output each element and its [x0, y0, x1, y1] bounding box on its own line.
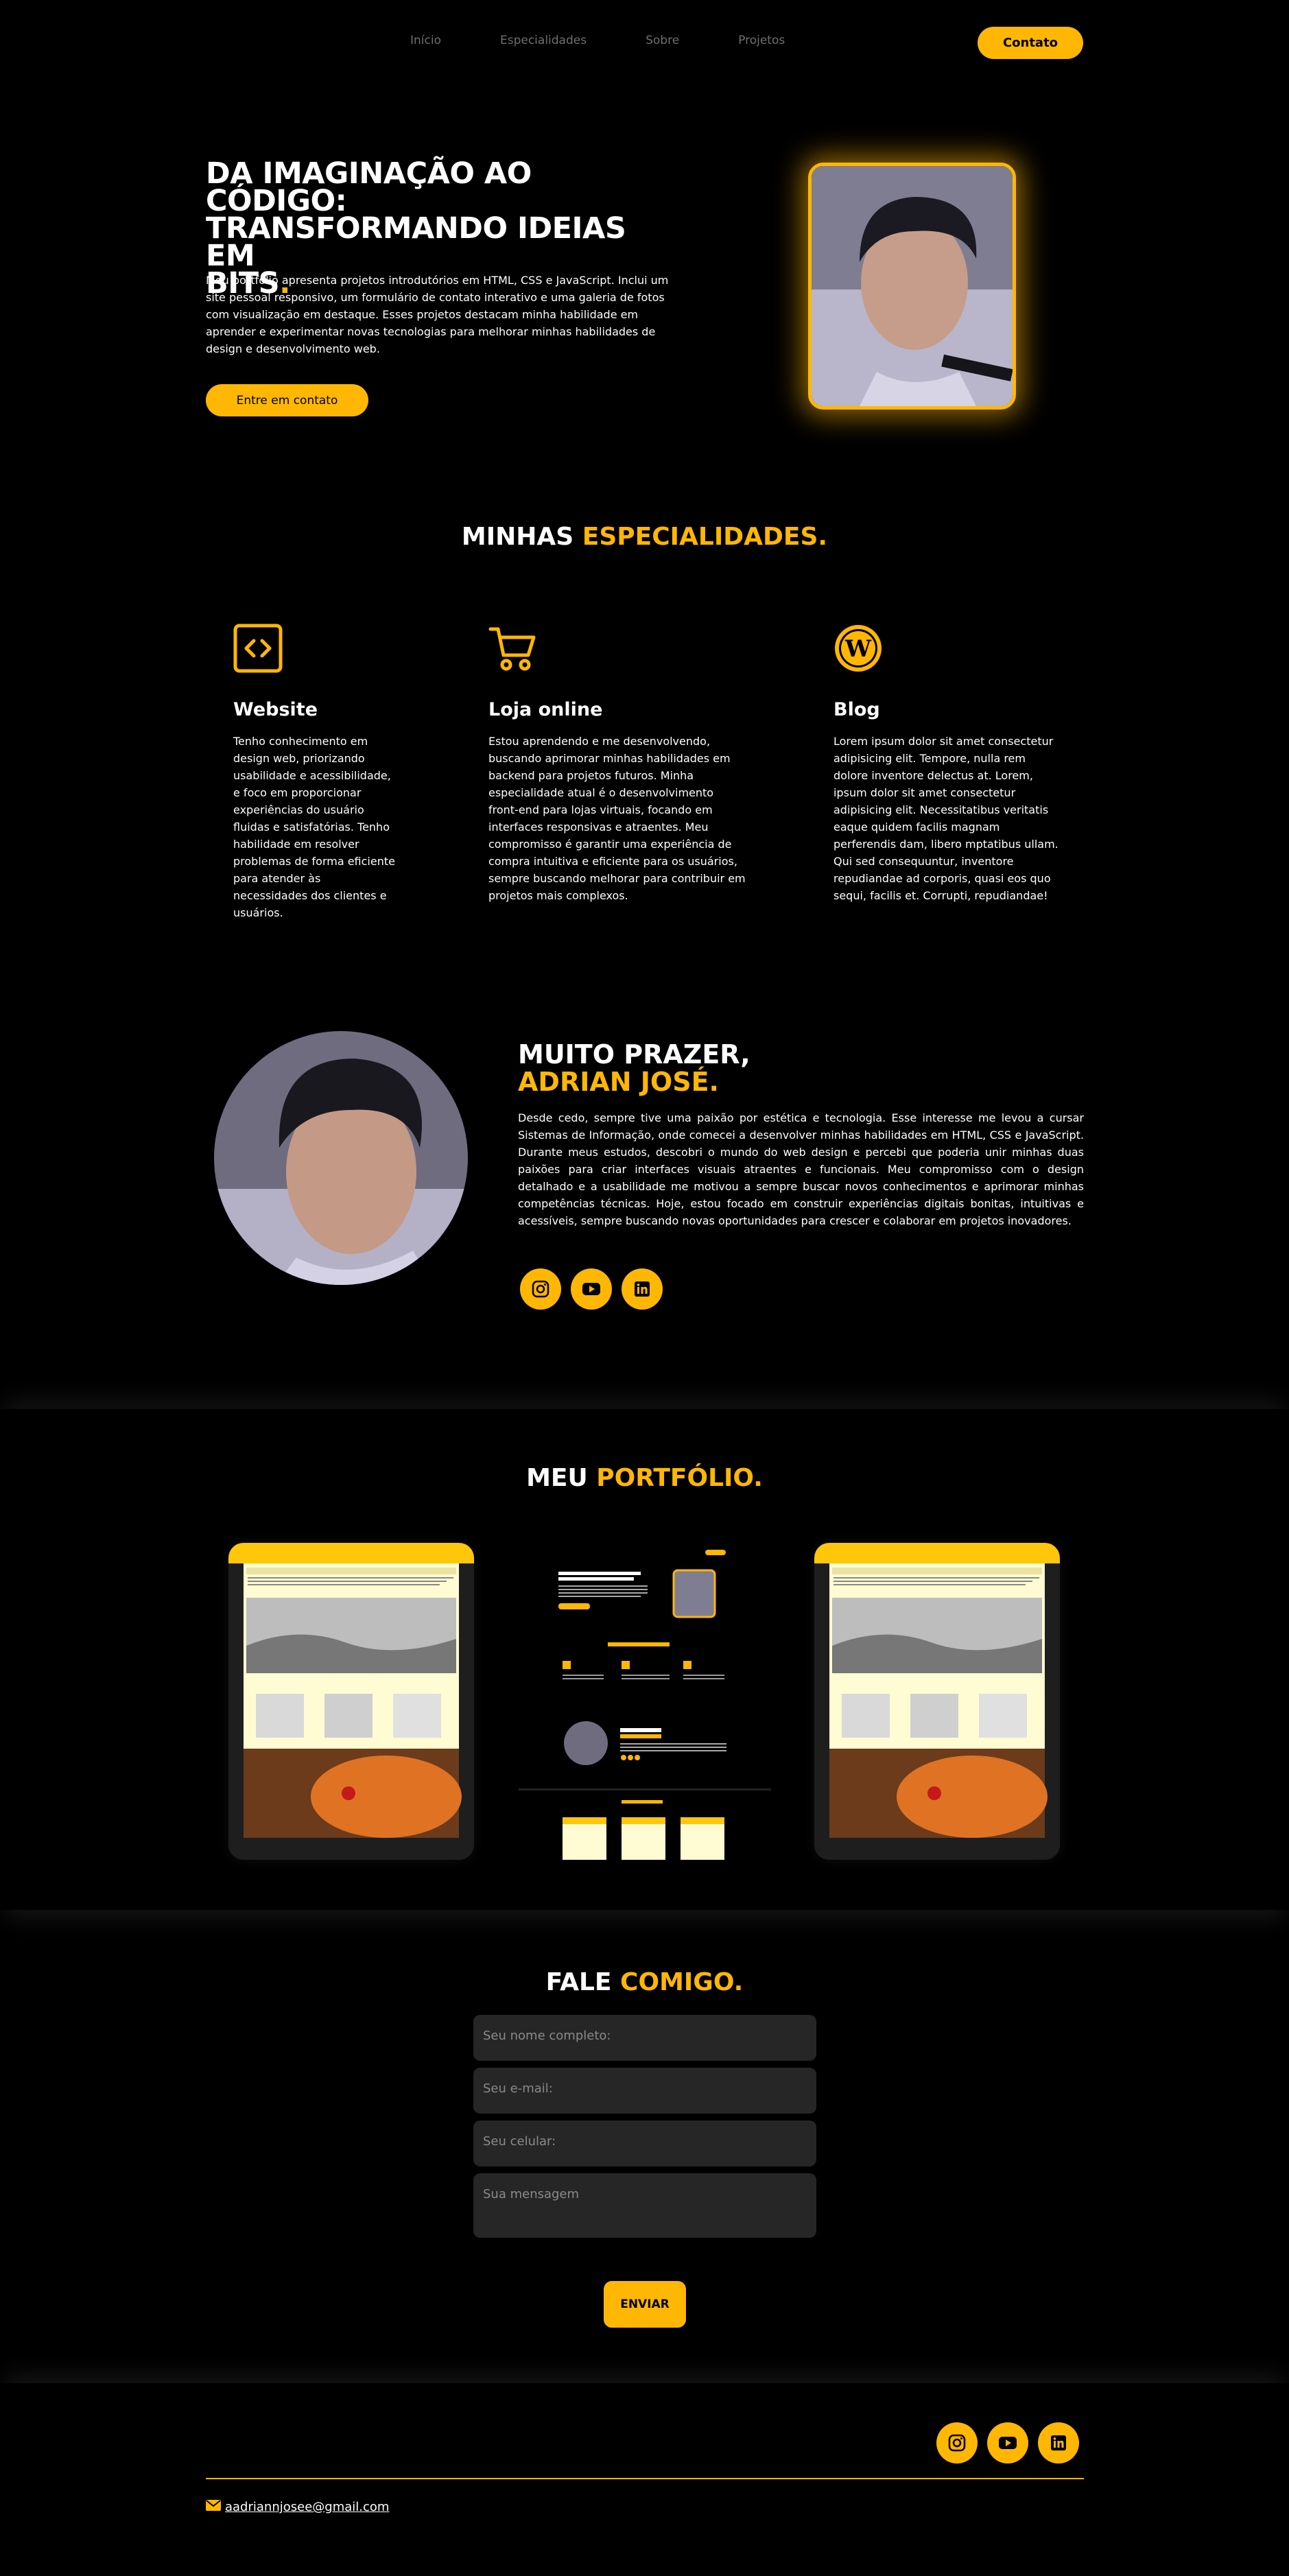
- hero-text: Meu portfólio apresenta projetos introdu…: [206, 274, 669, 355]
- hero-contact-button[interactable]: Entre em contato: [206, 384, 368, 416]
- mail-icon: [206, 2500, 221, 2514]
- specialty-text: Lorem ipsum dolor sit amet consectetur a…: [833, 735, 1059, 902]
- specialty-title: Website: [233, 699, 318, 720]
- nav-link-especialidades[interactable]: Especialidades: [500, 34, 587, 47]
- specialty-title: Loja online: [488, 699, 603, 720]
- about-title-line1: MUITO PRAZER,: [518, 1039, 750, 1070]
- specialty-text: Estou aprendendo e me desenvolvendo, bus…: [488, 735, 746, 902]
- hero-profile-photo: [808, 163, 1016, 410]
- hero-section: DA IMAGINAÇÃO AO CÓDIGO: TRANSFORMANDO I…: [0, 85, 1289, 480]
- portfolio-title-yellow: PORTFÓLIO.: [596, 1464, 763, 1492]
- specialty-text: Tenho conhecimento em design web, priori…: [233, 735, 395, 919]
- wordpress-icon: W: [833, 624, 883, 673]
- portfolio-section: MEU PORTFÓLIO.: [0, 1409, 1289, 1910]
- footer-divider: [206, 2478, 1084, 2479]
- portfolio-title-white: MEU: [526, 1464, 597, 1492]
- about-title-name: ADRIAN JOSÉ.: [518, 1067, 719, 1097]
- about-title: MUITO PRAZER, ADRIAN JOSÉ.: [518, 1041, 750, 1096]
- linkedin-icon[interactable]: [1038, 2422, 1079, 2463]
- about-section: MUITO PRAZER, ADRIAN JOSÉ. Desde cedo, s…: [0, 1021, 1289, 1409]
- specialties-section: MINHAS ESPECIALIDADES. Website Tenho con…: [0, 480, 1289, 1021]
- email-input[interactable]: Seu e-mail:: [473, 2068, 816, 2114]
- code-icon: [233, 624, 283, 673]
- portfolio-title: MEU PORTFÓLIO.: [0, 1464, 1289, 1492]
- footer-socials: [936, 2422, 1079, 2463]
- hero-title-line2: TRANSFORMANDO IDEIAS EM: [206, 211, 626, 273]
- portfolio-project-2[interactable]: [519, 1543, 771, 1860]
- instagram-icon[interactable]: [936, 2422, 978, 2463]
- hero-title-line1: DA IMAGINAÇÃO AO CÓDIGO:: [206, 156, 532, 218]
- top-nav: Início Especialidades Sobre Projetos Con…: [0, 0, 1289, 85]
- portfolio-project-1[interactable]: [228, 1543, 474, 1860]
- specialties-title: MINHAS ESPECIALIDADES.: [0, 523, 1289, 551]
- about-socials: [520, 1268, 663, 1310]
- nav-link-projetos[interactable]: Projetos: [738, 34, 785, 47]
- about-text: Desde cedo, sempre tive uma paixão por e…: [518, 1111, 1084, 1227]
- nav-link-inicio[interactable]: Início: [410, 34, 441, 47]
- specialty-title: Blog: [833, 699, 880, 720]
- contact-section: FALE COMIGO. Seu nome completo: Seu e-ma…: [0, 1910, 1289, 2383]
- about-profile-photo: [214, 1031, 468, 1285]
- linkedin-icon[interactable]: [622, 1268, 663, 1310]
- contact-button[interactable]: Contato: [978, 27, 1083, 59]
- contact-title-white: FALE: [545, 1968, 621, 1996]
- footer-email: aadriannjosee@gmail.com: [206, 2500, 389, 2514]
- email-link[interactable]: aadriannjosee@gmail.com: [225, 2500, 389, 2514]
- phone-input[interactable]: Seu celular:: [473, 2120, 816, 2166]
- youtube-icon[interactable]: [571, 1268, 612, 1310]
- nav-link-sobre[interactable]: Sobre: [646, 34, 679, 47]
- portfolio-project-3[interactable]: [814, 1543, 1060, 1860]
- youtube-icon[interactable]: [987, 2422, 1028, 2463]
- footer: aadriannjosee@gmail.com: [0, 2383, 1289, 2552]
- shopping-cart-icon: [488, 624, 538, 673]
- specialty-card-blog: W Blog Lorem ipsum dolor sit amet consec…: [833, 624, 1060, 904]
- svg-text:W: W: [844, 635, 872, 663]
- message-textarea[interactable]: Sua mensagem: [473, 2173, 816, 2238]
- specialty-card-website: Website Tenho conhecimento em design web…: [233, 624, 398, 921]
- nav-links: Início Especialidades Sobre Projetos: [410, 34, 785, 47]
- name-input[interactable]: Seu nome completo:: [473, 2015, 816, 2061]
- contact-title: FALE COMIGO.: [0, 1968, 1289, 1996]
- specialties-title-yellow: ESPECIALIDADES.: [582, 523, 828, 551]
- specialties-title-white: MINHAS: [461, 523, 582, 551]
- send-button[interactable]: ENVIAR: [604, 2281, 686, 2328]
- specialty-card-loja-online: Loja online Estou aprendendo e me desenv…: [488, 624, 746, 904]
- contact-title-yellow: COMIGO.: [620, 1968, 744, 1996]
- instagram-icon[interactable]: [520, 1268, 561, 1310]
